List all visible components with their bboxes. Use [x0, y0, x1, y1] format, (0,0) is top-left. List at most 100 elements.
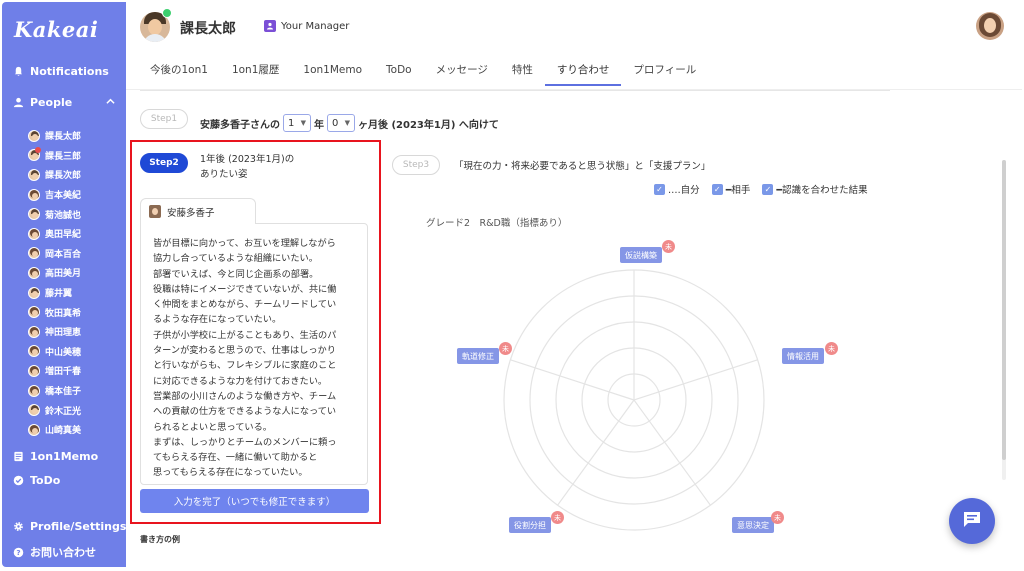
legend-agreed-checkbox[interactable]: ✓ ━認識を合わせた結果 — [762, 182, 868, 196]
step1-suffix: ヶ月後 (2023年1月) へ向けて — [358, 119, 499, 131]
step1-row: 安藤多香子さんの 1 ▼ 年 0 ▼ ヶ月後 (2023年1月) へ向けて — [200, 114, 499, 132]
people-list-item[interactable]: 奥田早紀 — [28, 224, 81, 244]
tab-bar: 今後の1on1 1on1履歴 1on1Memo ToDo メッセージ 特性 すり… — [138, 58, 708, 86]
checkbox-checked-icon: ✓ — [711, 183, 723, 195]
unset-badge: 未 — [662, 240, 675, 253]
manager-label: Your Manager — [281, 20, 350, 32]
people-list-item[interactable]: 藤井翼 — [28, 283, 81, 303]
people-list-item[interactable]: 橋本佳子 — [28, 381, 81, 401]
sidebar-item-label: 1on1Memo — [30, 450, 99, 463]
checkbox-checked-icon: ✓ — [762, 183, 774, 195]
complete-input-button[interactable]: 入力を完了（いつでも修正できます） — [140, 489, 369, 513]
svg-text:?: ? — [16, 548, 20, 557]
app-logo: Kakeai — [14, 17, 99, 42]
scrollbar-thumb[interactable] — [1002, 160, 1006, 460]
manager-icon — [264, 20, 276, 32]
legend-partner-checkbox[interactable]: ✓ ━相手 — [711, 182, 750, 196]
sidebar-item-label: ToDo — [30, 474, 61, 487]
sidebar-item-todo[interactable]: ToDo — [12, 474, 60, 487]
avatar — [28, 208, 40, 221]
tab-profile[interactable]: プロフィール — [621, 58, 708, 86]
chat-button[interactable] — [949, 498, 995, 544]
axis-label: 仮説構築 — [620, 247, 662, 263]
help-icon: ? — [12, 546, 24, 558]
legend-self-checkbox[interactable]: ✓ ‥‥自分 — [654, 182, 700, 196]
axis-label: 情報活用 — [782, 348, 824, 364]
chat-icon — [962, 510, 982, 532]
unset-badge: 未 — [825, 342, 838, 355]
tab-1on1-history[interactable]: 1on1履歴 — [220, 58, 291, 86]
step2-title: 1年後 (2023年1月)の ありたい姿 — [200, 154, 295, 180]
chevron-up-icon[interactable] — [106, 97, 115, 109]
people-list-item[interactable]: 鈴木正光 — [28, 400, 81, 420]
grade-label: グレード2 R&D職（指標あり） — [426, 218, 568, 229]
step3-title: 「現在の力・将来必要であると思う状態」と「支援プラン」 — [454, 161, 711, 172]
sidebar-item-label: People — [30, 96, 73, 109]
sidebar-item-1on1memo[interactable]: 1on1Memo — [12, 450, 98, 463]
chevron-down-icon: ▼ — [300, 119, 306, 127]
avatar — [28, 188, 40, 201]
main-content: Step1 安藤多香子さんの 1 ▼ 年 0 ▼ ヶ月後 (2023年1月) へ向け… — [126, 90, 1022, 567]
tab-upcoming-1on1[interactable]: 今後の1on1 — [138, 58, 220, 86]
bell-icon — [12, 66, 24, 78]
card-author-tab: 安藤多香子 — [140, 198, 256, 224]
sidebar-item-notifications[interactable]: Notifications — [12, 65, 109, 78]
people-list: 課長太郎 課長三郎 課長次郎 吉本美紀 菊池誠也 奥田早紀 岡本百合 高田美月 … — [28, 126, 81, 440]
people-list-item[interactable]: 山崎真美 — [28, 420, 81, 440]
axis-label: 軌道修正 — [457, 348, 499, 364]
step3-badge: Step3 — [392, 155, 440, 175]
people-list-item[interactable]: 増田千春 — [28, 361, 81, 381]
sidebar: Kakeai Notifications People 課長太郎 課長三郎 課長… — [2, 2, 126, 567]
avatar — [28, 404, 40, 417]
year-unit: 年 — [314, 119, 324, 131]
sidebar-item-contact[interactable]: ? お問い合わせ — [12, 544, 96, 560]
people-list-item[interactable]: 吉本美紀 — [28, 185, 81, 205]
sidebar-item-people[interactable]: People — [12, 96, 72, 109]
manager-chip[interactable]: Your Manager — [264, 20, 349, 32]
people-list-item[interactable]: 岡本百合 — [28, 244, 81, 264]
aspiration-text[interactable]: 皆が目標に向かって、お互いを理解しながら 協力し合っているような組織にいたい。 … — [140, 223, 368, 485]
people-list-item[interactable]: 菊池誠也 — [28, 204, 81, 224]
tab-messages[interactable]: メッセージ — [424, 58, 500, 86]
app-frame: Kakeai Notifications People 課長太郎 課長三郎 課長… — [0, 0, 1024, 571]
avatar — [28, 325, 40, 338]
current-user-avatar[interactable] — [976, 12, 1004, 40]
tab-1on1memo[interactable]: 1on1Memo — [291, 58, 374, 86]
avatar — [28, 364, 40, 377]
avatar — [28, 168, 40, 181]
memo-icon — [12, 451, 24, 463]
sidebar-item-label: お問い合わせ — [30, 546, 96, 559]
tab-alignment[interactable]: すり合わせ — [544, 58, 622, 86]
people-list-item[interactable]: 中山美穂 — [28, 342, 81, 362]
month-select[interactable]: 0 ▼ — [327, 114, 355, 132]
radar-chart — [503, 269, 765, 531]
person-icon — [12, 97, 24, 109]
notification-dot — [35, 147, 41, 153]
year-select[interactable]: 1 ▼ — [283, 114, 311, 132]
unset-badge: 未 — [551, 511, 564, 524]
header: 課長太郎 Your Manager 今後の1on1 1on1履歴 1on1Mem… — [126, 2, 1022, 90]
people-list-item[interactable]: 神田理恵 — [28, 322, 81, 342]
avatar — [28, 247, 40, 260]
chevron-down-icon: ▼ — [344, 119, 350, 127]
avatar — [28, 129, 40, 142]
people-list-item[interactable]: 課長次郎 — [28, 165, 81, 185]
tab-traits[interactable]: 特性 — [500, 58, 545, 86]
avatar — [28, 345, 40, 358]
sidebar-item-profile-settings[interactable]: Profile/Settings — [12, 520, 126, 533]
tab-todo[interactable]: ToDo — [374, 58, 424, 86]
user-name: 課長太郎 — [180, 21, 236, 37]
sidebar-item-label: Notifications — [30, 65, 109, 78]
check-circle-icon — [12, 475, 24, 487]
avatar — [28, 306, 40, 319]
people-list-item[interactable]: 高田美月 — [28, 263, 81, 283]
axis-label: 役割分担 — [509, 517, 551, 533]
people-list-item[interactable]: 牧田真希 — [28, 302, 81, 322]
axis-label: 意思決定 — [732, 517, 774, 533]
writing-example-link[interactable]: 書き方の例 — [140, 534, 180, 545]
step1-prefix: 安藤多香子さんの — [200, 119, 280, 131]
avatar — [28, 423, 40, 436]
avatar — [28, 227, 40, 240]
people-list-item[interactable]: 課長太郎 — [28, 126, 81, 146]
divider — [140, 90, 890, 91]
